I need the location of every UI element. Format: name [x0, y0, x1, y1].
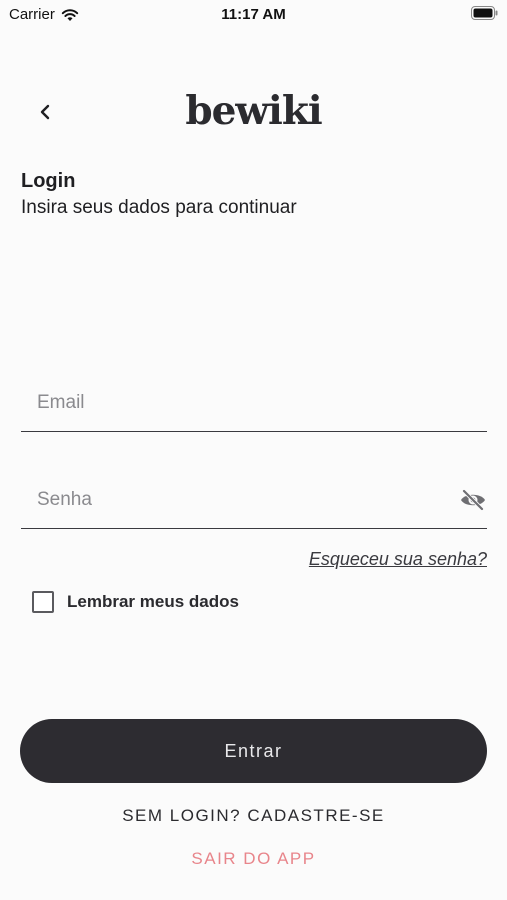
remember-me[interactable]: Lembrar meus dados	[32, 591, 239, 613]
remember-checkbox[interactable]	[32, 591, 54, 613]
page-subtitle: Insira seus dados para continuar	[21, 197, 297, 218]
remember-label: Lembrar meus dados	[67, 592, 239, 611]
forgot-password-link[interactable]: Esqueceu sua senha?	[309, 549, 487, 570]
battery-icon	[471, 6, 498, 20]
exit-app-link[interactable]: SAIR DO APP	[0, 849, 507, 869]
status-time: 11:17 AM	[221, 6, 286, 23]
email-field[interactable]	[21, 377, 487, 432]
logo: bewiki	[185, 88, 322, 134]
password-input[interactable]	[35, 484, 439, 516]
login-button[interactable]: Entrar	[20, 719, 487, 783]
email-input[interactable]	[35, 387, 439, 419]
page-title: Login	[21, 170, 76, 192]
eye-off-icon[interactable]	[459, 488, 487, 512]
password-field[interactable]	[21, 474, 487, 529]
status-bar: Carrier 11:17 AM	[0, 0, 507, 28]
signup-link[interactable]: SEM LOGIN? CADASTRE-SE	[0, 806, 507, 826]
